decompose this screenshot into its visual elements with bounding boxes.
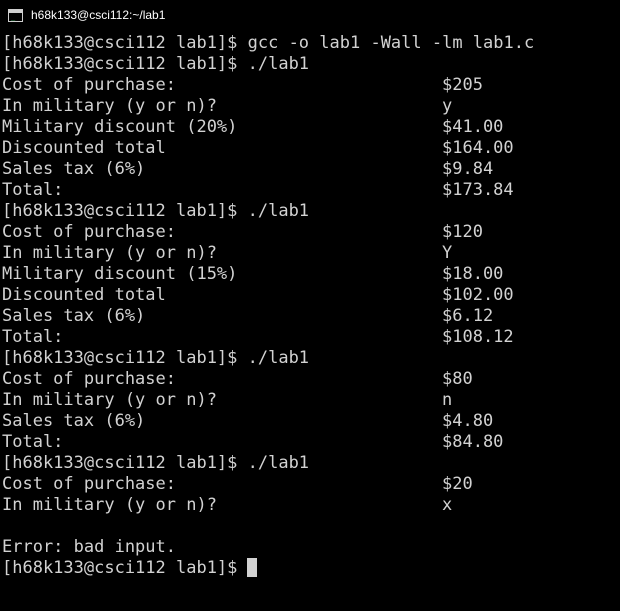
output-label: Cost of purchase: [2, 368, 176, 389]
output-label: Cost of purchase: [2, 221, 176, 242]
output-line: Discounted total $102.00 [2, 284, 618, 305]
output-line: In military (y or n)? y [2, 95, 618, 116]
output-label: Military discount (15%) [2, 263, 238, 284]
output-value: $205 [442, 74, 483, 95]
terminal-output[interactable]: [h68k133@csci112 lab1]$ gcc -o lab1 -Wal… [2, 32, 618, 611]
shell-prompt: [h68k133@csci112 lab1]$ [2, 557, 238, 578]
output-value: $164.00 [442, 137, 514, 158]
output-value: $20 [442, 473, 473, 494]
title-bar[interactable]: _ h68k133@csci112:~/lab1 [0, 0, 620, 30]
output-line: In military (y or n)? x [2, 494, 618, 515]
output-value: $102.00 [442, 284, 514, 305]
output-line: Total: $173.84 [2, 179, 618, 200]
terminal-icon: _ [8, 8, 23, 22]
output-label: Sales tax (6%) [2, 305, 146, 326]
output-value: $108.12 [442, 326, 514, 347]
output-value: x [442, 494, 453, 515]
output-value: $9.84 [442, 158, 494, 179]
output-line: Cost of purchase: $205 [2, 74, 618, 95]
output-label: Sales tax (6%) [2, 410, 146, 431]
output-value: $6.12 [442, 305, 494, 326]
output-value: n [442, 389, 453, 410]
output-label: In military (y or n)? [2, 494, 217, 515]
output-label: Discounted total [2, 137, 166, 158]
output-value: $4.80 [442, 410, 494, 431]
text-cursor[interactable] [247, 558, 258, 577]
output-label: In military (y or n)? [2, 242, 217, 263]
output-line: Total: $108.12 [2, 326, 618, 347]
output-label: Cost of purchase: [2, 74, 176, 95]
output-value: $120 [442, 221, 483, 242]
output-value: $84.80 [442, 431, 504, 452]
output-line: Cost of purchase: $20 [2, 473, 618, 494]
output-line: Cost of purchase: $80 [2, 368, 618, 389]
output-line: In military (y or n)? n [2, 389, 618, 410]
output-label: Military discount (20%) [2, 116, 238, 137]
output-label: Discounted total [2, 284, 166, 305]
output-value: $18.00 [442, 263, 504, 284]
output-line: Military discount (15%) $18.00 [2, 263, 618, 284]
output-label: Total: [2, 326, 64, 347]
output-line: Sales tax (6%) $4.80 [2, 410, 618, 431]
output-value: $173.84 [442, 179, 514, 200]
command-line: [h68k133@csci112 lab1]$ ./lab1 [2, 200, 310, 221]
active-prompt-line: [h68k133@csci112 lab1]$ [2, 557, 618, 578]
error-message: Error: bad input. [2, 536, 176, 557]
output-value: Y [442, 242, 453, 263]
window-title: h68k133@csci112:~/lab1 [31, 8, 166, 22]
output-label: In military (y or n)? [2, 95, 217, 116]
output-label: Sales tax (6%) [2, 158, 146, 179]
output-line: Discounted total $164.00 [2, 137, 618, 158]
output-line: Sales tax (6%) $9.84 [2, 158, 618, 179]
command-line: [h68k133@csci112 lab1]$ gcc -o lab1 -Wal… [2, 32, 535, 53]
command-line: [h68k133@csci112 lab1]$ ./lab1 [2, 53, 310, 74]
output-label: Total: [2, 431, 64, 452]
output-line: Sales tax (6%) $6.12 [2, 305, 618, 326]
output-label: In military (y or n)? [2, 389, 217, 410]
command-line: [h68k133@csci112 lab1]$ ./lab1 [2, 452, 310, 473]
output-label: Cost of purchase: [2, 473, 176, 494]
output-label: Total: [2, 179, 64, 200]
output-value: y [442, 95, 453, 116]
output-line: Military discount (20%) $41.00 [2, 116, 618, 137]
output-line: In military (y or n)? Y [2, 242, 618, 263]
output-value: $80 [442, 368, 473, 389]
output-line: Cost of purchase: $120 [2, 221, 618, 242]
command-line: [h68k133@csci112 lab1]$ ./lab1 [2, 347, 310, 368]
output-value: $41.00 [442, 116, 504, 137]
output-line: Total: $84.80 [2, 431, 618, 452]
